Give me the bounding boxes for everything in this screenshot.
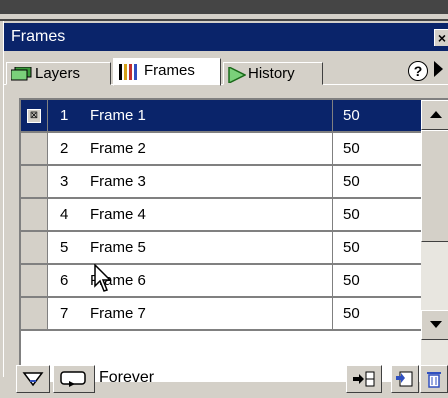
- frame-name: Frame 5: [90, 239, 146, 256]
- frame-delay: 50: [343, 107, 360, 124]
- scroll-up-button[interactable]: [421, 100, 448, 130]
- frame-delay-cell[interactable]: 50: [333, 199, 421, 232]
- loop-setting-label: Forever: [99, 369, 155, 386]
- add-frame-button[interactable]: [391, 365, 419, 393]
- frame-name-cell[interactable]: 2 Frame 2: [48, 133, 333, 166]
- loop-icon: [60, 371, 86, 387]
- checkbox-icon: ⊠: [27, 109, 41, 123]
- frame-delay-cell[interactable]: 50: [333, 298, 421, 331]
- arrow-up-icon: [430, 111, 442, 118]
- frame-delay: 50: [343, 206, 360, 223]
- frame-row[interactable]: 5 Frame 5 50: [21, 232, 421, 265]
- frame-number: 7: [60, 305, 69, 322]
- new-frame-icon: [396, 371, 413, 387]
- frame-name-cell[interactable]: 6 Frame 6: [48, 265, 333, 298]
- frame-name-cell[interactable]: 1 Frame 1: [48, 100, 333, 133]
- arrow-down-icon: [430, 321, 442, 328]
- frame-number: 3: [60, 173, 69, 190]
- frame-delay-cell[interactable]: 50: [333, 232, 421, 265]
- frame-number: 4: [60, 206, 69, 223]
- panel-footer: Forever: [4, 361, 448, 398]
- frame-visibility-cell[interactable]: [21, 232, 48, 265]
- frame-row[interactable]: 7 Frame 7 50: [21, 298, 421, 331]
- frame-row[interactable]: 4 Frame 4 50: [21, 199, 421, 232]
- onion-skin-button[interactable]: [16, 365, 50, 393]
- frame-delay: 50: [343, 272, 360, 289]
- frame-row[interactable]: 2 Frame 2 50: [21, 133, 421, 166]
- tab-history-label: History: [248, 65, 295, 82]
- frame-number: 2: [60, 140, 69, 157]
- frame-name: Frame 7: [90, 305, 146, 322]
- frame-visibility-cell[interactable]: [21, 265, 48, 298]
- frame-number: 1: [60, 107, 69, 124]
- frame-row[interactable]: ⊠ 1 Frame 1 50: [21, 100, 421, 133]
- trash-icon: [427, 372, 441, 388]
- close-icon: ×: [437, 30, 447, 46]
- window-top-highlight: [0, 14, 448, 19]
- tab-history[interactable]: History: [223, 62, 323, 85]
- delete-frame-button[interactable]: [420, 365, 448, 393]
- tab-frames[interactable]: Frames: [113, 58, 221, 86]
- scroll-down-button[interactable]: [421, 310, 448, 340]
- frame-name: Frame 3: [90, 173, 146, 190]
- onion-skin-icon: [22, 372, 44, 387]
- frame-delay-cell[interactable]: 50: [333, 100, 421, 133]
- frame-visibility-cell[interactable]: [21, 133, 48, 166]
- frame-delay-cell[interactable]: 50: [333, 166, 421, 199]
- frame-name-cell[interactable]: 3 Frame 3: [48, 166, 333, 199]
- frame-name-cell[interactable]: 7 Frame 7: [48, 298, 333, 331]
- frames-list: ⊠ 1 Frame 1 50 2 Frame 2 50 3 Frame 3 50…: [19, 98, 448, 382]
- frame-delay-cell[interactable]: 50: [333, 133, 421, 166]
- frames-icon: [119, 64, 137, 80]
- frame-visibility-cell[interactable]: [21, 298, 48, 331]
- frame-delay: 50: [343, 305, 360, 322]
- panel-menu-arrow-icon[interactable]: [434, 61, 443, 77]
- frame-visibility-cell[interactable]: ⊠: [21, 100, 48, 133]
- panel-titlebar[interactable]: Frames ×: [4, 23, 448, 51]
- frame-name: Frame 1: [90, 107, 146, 124]
- frame-delay: 50: [343, 239, 360, 256]
- loop-button[interactable]: [53, 365, 95, 393]
- panel-title: Frames: [11, 28, 66, 45]
- frame-name: Frame 2: [90, 140, 146, 157]
- tab-row: Layers Frames History ?: [4, 52, 448, 88]
- close-button[interactable]: ×: [434, 29, 448, 46]
- scroll-thumb[interactable]: [421, 130, 448, 242]
- vertical-scrollbar[interactable]: [421, 100, 448, 380]
- frame-visibility-cell[interactable]: [21, 166, 48, 199]
- history-icon: [228, 67, 246, 83]
- distribute-to-frames-button[interactable]: [346, 365, 382, 393]
- frame-visibility-cell[interactable]: [21, 199, 48, 232]
- frame-delay: 50: [343, 140, 360, 157]
- tab-layers-label: Layers: [35, 65, 81, 82]
- frame-name: Frame 4: [90, 206, 146, 223]
- distribute-to-frames-icon: [353, 371, 375, 387]
- frame-row[interactable]: 6 Frame 6 50: [21, 265, 421, 298]
- frames-panel: Frames × Layers Frames History ? ⊠ 1 Fra…: [3, 21, 448, 393]
- tab-layers[interactable]: Layers: [6, 62, 111, 85]
- frame-name-cell[interactable]: 4 Frame 4: [48, 199, 333, 232]
- frame-number: 6: [60, 272, 69, 289]
- layers-icon: [11, 67, 32, 81]
- help-icon[interactable]: ?: [408, 61, 428, 81]
- frame-row[interactable]: 3 Frame 3 50: [21, 166, 421, 199]
- frame-delay-cell[interactable]: 50: [333, 265, 421, 298]
- frame-name-cell[interactable]: 5 Frame 5: [48, 232, 333, 265]
- frame-number: 5: [60, 239, 69, 256]
- tab-frames-label: Frames: [144, 62, 195, 79]
- frame-delay: 50: [343, 173, 360, 190]
- mouse-cursor-icon: [94, 264, 112, 292]
